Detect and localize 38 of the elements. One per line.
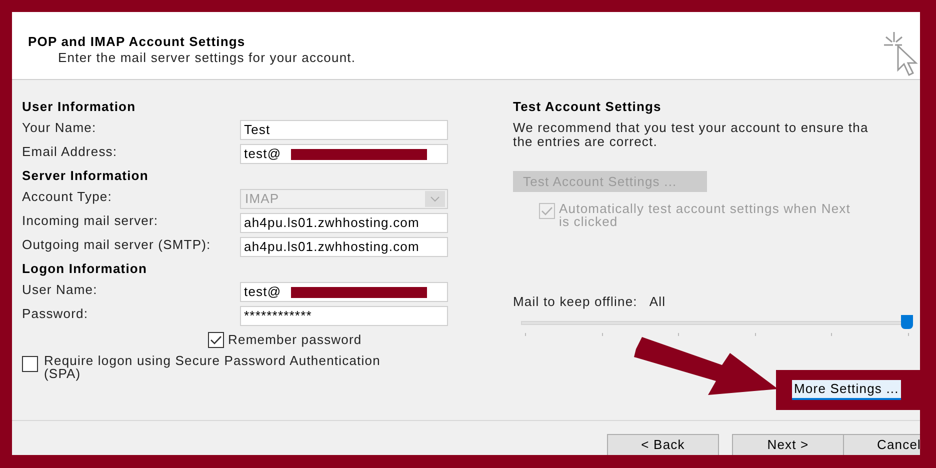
- field-label: Email Address:: [22, 144, 118, 160]
- slider-thumb[interactable]: [901, 314, 914, 328]
- checkbox-label: Require logon using Secure Password Authentication (SPA): [44, 354, 380, 380]
- section-heading: User Information: [22, 98, 137, 116]
- field-label: User Name:: [22, 282, 98, 298]
- dialog-subtitle: Enter the mail server settings for your account.: [57, 50, 356, 66]
- dialog-button[interactable]: < Back: [607, 434, 719, 455]
- tick-mark: [908, 332, 909, 336]
- checkbox-label: Remember password: [228, 331, 362, 350]
- tick-mark: [525, 332, 526, 336]
- input-field[interactable]: test@: [240, 144, 448, 164]
- field-label: Incoming mail server:: [22, 213, 160, 229]
- checkbox[interactable]: [22, 356, 38, 372]
- tick-mark: [754, 332, 756, 336]
- dialog-button[interactable]: Cancel: [843, 434, 920, 455]
- section-heading: Test Account Settings: [513, 98, 662, 116]
- description-text: We recommend that you test your account to ensure tha the entries are correct.: [513, 121, 870, 149]
- field-label: Outgoing mail server (SMTP):: [22, 237, 212, 253]
- input-field[interactable]: ************: [240, 306, 448, 326]
- more-settings-button[interactable]: More Settings ...: [792, 380, 901, 400]
- dialog-title: POP and IMAP Account Settings: [28, 34, 246, 50]
- section-heading: Server Information: [22, 167, 150, 185]
- input-field[interactable]: ah4pu.ls01.zwhhosting.com: [240, 213, 448, 233]
- field-label: Your Name:: [22, 120, 98, 136]
- dialog-button[interactable]: Next >: [732, 434, 844, 455]
- checkbox[interactable]: [208, 332, 224, 348]
- input-field[interactable]: test@: [240, 282, 448, 302]
- slider-value: All: [649, 293, 666, 311]
- section-heading: Logon Information: [22, 260, 148, 278]
- slider-label: Mail to keep offline:: [513, 293, 638, 311]
- account-type-dropdown: IMAP: [240, 189, 448, 209]
- checkbox-label: Automatically test account settings when Next is clicked: [559, 202, 850, 228]
- chevron-down-icon: [425, 191, 445, 207]
- input-field[interactable]: Test: [240, 120, 448, 140]
- field-label: Account Type:: [22, 189, 113, 205]
- input-field[interactable]: ah4pu.ls01.zwhhosting.com: [240, 237, 448, 257]
- field-label: Password:: [22, 306, 90, 322]
- tick-mark: [678, 332, 680, 336]
